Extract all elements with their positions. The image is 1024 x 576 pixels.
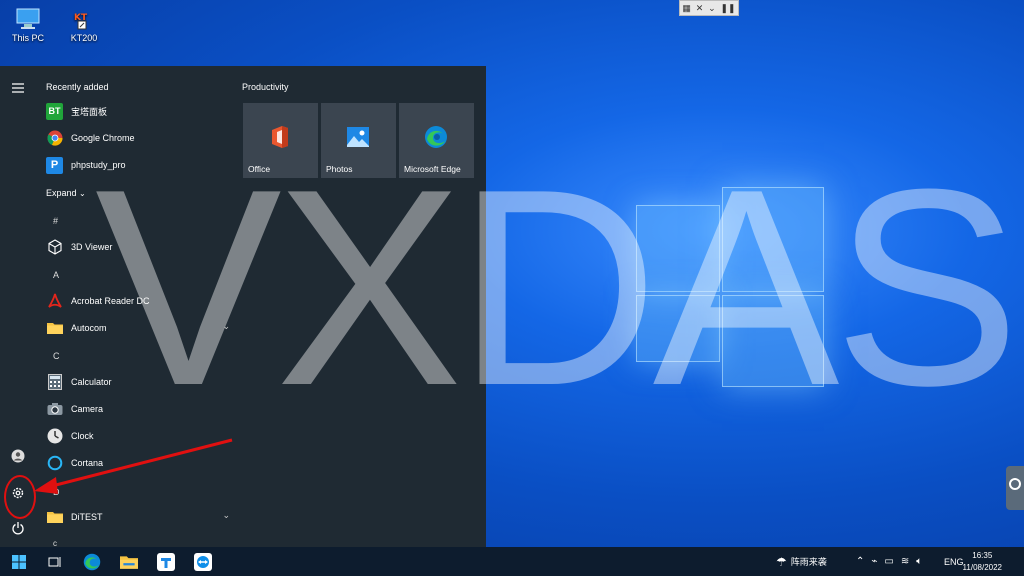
pause-icon[interactable]: ❚❚	[720, 2, 735, 14]
list-item-baota[interactable]: BT 宝塔面板	[46, 100, 230, 122]
folder-icon	[46, 320, 63, 337]
app-label: Cortana	[71, 458, 104, 468]
folder-icon	[46, 509, 63, 526]
clock-icon	[46, 428, 63, 445]
list-item-3d-viewer[interactable]: 3D Viewer	[46, 236, 230, 258]
app-label: 3D Viewer	[71, 242, 113, 252]
side-panel-tab[interactable]	[1006, 466, 1024, 510]
list-item-cortana[interactable]: Cortana	[46, 452, 230, 474]
user-account-icon[interactable]	[8, 446, 28, 466]
cortana-icon	[46, 455, 63, 472]
expand-button[interactable]: Expand ⌄	[46, 188, 86, 198]
chevron-down-icon[interactable]: ⌄	[222, 321, 230, 332]
network-status-icon[interactable]: ⌁	[871, 556, 877, 567]
taskbar-file-explorer[interactable]	[118, 551, 140, 573]
taskbar-edge[interactable]	[81, 551, 103, 573]
expand-label: Expand	[46, 188, 77, 198]
cube-icon	[46, 239, 63, 256]
close-icon[interactable]: ✕	[696, 2, 704, 14]
phpstudy-icon: P	[46, 156, 63, 174]
taskbar-tencent-meeting[interactable]	[155, 551, 177, 573]
tile-photos[interactable]: Photos	[321, 103, 396, 178]
desktop-icon-kt200[interactable]: KT KT200	[61, 8, 107, 43]
computer-icon	[15, 8, 41, 30]
chevron-up-icon[interactable]: ⌃	[856, 556, 864, 567]
acrobat-icon	[46, 293, 63, 310]
tile-microsoft-edge[interactable]: Microsoft Edge	[399, 103, 474, 178]
clock-date: 11/08/2022	[962, 563, 1002, 572]
power-icon[interactable]	[8, 518, 28, 538]
app-list: Recently added BT 宝塔面板 Google Chrome P p…	[36, 66, 236, 548]
chevron-down-icon: ⌄	[79, 189, 86, 198]
task-view-button[interactable]	[44, 551, 66, 573]
taskbar: ☂ 阵雨来袭 ⌃ ⌁ ▭ ≋ 🔈︎ ENG 16:35 11/08/2022	[0, 547, 1024, 576]
tile-label: Microsoft Edge	[404, 164, 461, 174]
wifi-icon[interactable]: ≋	[901, 556, 909, 567]
file-explorer-icon	[120, 556, 138, 569]
baota-icon: BT	[46, 102, 63, 120]
app-label: DiTEST	[71, 512, 103, 522]
section-letter[interactable]: D	[53, 487, 60, 497]
desktop-icon-this-pc[interactable]: This PC	[5, 8, 51, 43]
desktop-icon-label: KT200	[70, 33, 98, 43]
recently-added-header: Recently added	[46, 82, 109, 92]
camera-icon	[46, 401, 63, 418]
section-letter[interactable]: C	[53, 351, 60, 361]
photos-icon	[346, 125, 370, 149]
taskbar-teamviewer[interactable]	[192, 551, 214, 573]
list-item-acrobat[interactable]: Acrobat Reader DC	[46, 290, 230, 312]
list-item-calculator[interactable]: Calculator	[46, 371, 230, 393]
list-item-camera[interactable]: Camera	[46, 398, 230, 420]
chevron-down-icon[interactable]: ⌄	[222, 510, 230, 521]
app-label: Autocom	[71, 323, 107, 333]
edge-icon	[83, 553, 101, 571]
grid-icon[interactable]: ▦	[682, 2, 691, 14]
edge-icon	[424, 125, 448, 149]
hamburger-menu-icon[interactable]	[8, 78, 28, 98]
app-label: phpstudy_pro	[71, 160, 126, 170]
chrome-icon	[46, 130, 63, 147]
weather-text: 阵雨来袭	[790, 557, 827, 567]
office-icon	[268, 125, 292, 149]
weather-widget[interactable]: ☂ 阵雨来袭	[776, 547, 827, 576]
app-label: Calculator	[71, 377, 112, 387]
tencent-meeting-icon	[157, 553, 175, 571]
list-item-phpstudy[interactable]: P phpstudy_pro	[46, 154, 230, 176]
tile-office[interactable]: Office	[243, 103, 318, 178]
language-indicator[interactable]: ENG	[944, 547, 964, 576]
weather-rain-icon: ☂	[776, 554, 787, 569]
app-label: Acrobat Reader DC	[71, 296, 150, 306]
display-icon[interactable]: ▭	[884, 556, 893, 567]
start-icon	[12, 555, 26, 569]
list-item-ditest[interactable]: DiTEST ⌄	[46, 506, 230, 528]
tile-label: Office	[248, 164, 271, 174]
clock-time: 16:35	[972, 551, 993, 560]
teamviewer-icon	[194, 553, 212, 571]
start-button[interactable]	[7, 551, 31, 573]
app-label: 宝塔面板	[71, 106, 108, 117]
task-view-icon	[48, 557, 61, 567]
app-label: Camera	[71, 404, 104, 414]
tile-label: Photos	[326, 164, 353, 174]
kt200-app-icon: KT	[71, 8, 97, 30]
chevron-down-icon[interactable]: ⌄	[708, 2, 716, 14]
section-letter[interactable]: #	[53, 216, 58, 226]
wallpaper-windows-logo	[636, 175, 824, 387]
tile-group-title[interactable]: Productivity	[242, 82, 289, 92]
clock[interactable]: 16:35 11/08/2022	[963, 550, 1002, 574]
desktop-icon-label: This PC	[11, 33, 44, 43]
app-label: Clock	[71, 431, 94, 441]
teamviewer-icon	[1009, 478, 1021, 490]
app-label: Google Chrome	[71, 133, 135, 143]
annotation-circle	[4, 475, 36, 519]
section-letter[interactable]: A	[53, 270, 59, 280]
calculator-icon	[46, 374, 63, 391]
system-tray: ⌃ ⌁ ▭ ≋ 🔈︎	[856, 547, 922, 576]
list-item-autocom[interactable]: Autocom ⌄	[46, 317, 230, 339]
list-item-google-chrome[interactable]: Google Chrome	[46, 127, 230, 149]
list-item-clock[interactable]: Clock	[46, 425, 230, 447]
speaker-icon[interactable]: 🔈︎	[916, 556, 922, 567]
start-menu: Recently added BT 宝塔面板 Google Chrome P p…	[0, 66, 486, 548]
remote-control-toolbar: ▦ ✕ ⌄ ❚❚	[679, 0, 739, 16]
